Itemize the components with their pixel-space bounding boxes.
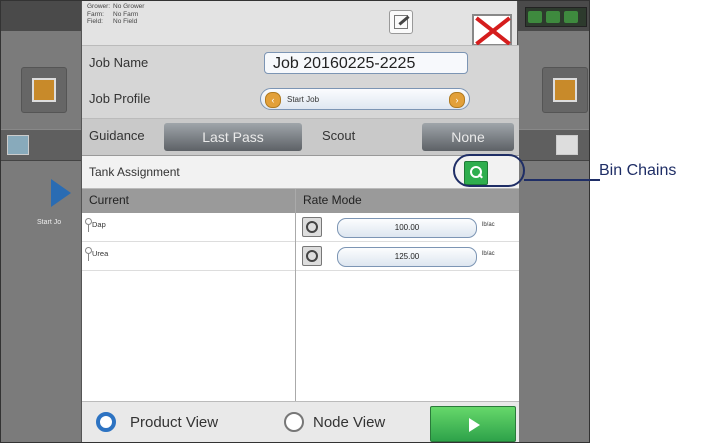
rate-mode-icon[interactable] [302,246,322,266]
rate-unit: lb/ac [482,222,495,228]
job-dialog: Grower: No Grower Farm: No Farm Field: No F… [81,1,519,442]
product-list: Dap 100.00 lb/ac Urea 125.00 lb/ac [82,213,519,401]
field-label: Field: [87,18,103,25]
rate-mode-column-header: Rate Mode [303,193,362,207]
table-row[interactable]: Urea 125.00 lb/ac [82,242,519,271]
start-job-play-icon[interactable] [51,179,71,207]
job-profile-row: Job Profile ‹ Start Job › [82,80,519,119]
job-profile-select[interactable]: ‹ Start Job › [260,88,470,110]
job-name-row: Job Name Job 20160225-2225 [82,45,519,81]
right-strip [518,129,589,161]
edit-notes-icon[interactable] [389,10,413,34]
callout-line [524,179,600,181]
right-job-icon[interactable] [542,67,588,113]
rate-value-field[interactable]: 125.00 [337,247,477,267]
close-button[interactable] [472,14,512,46]
left-job-icon[interactable] [21,67,67,113]
start-job-label: Start Jo [37,219,62,226]
scout-label: Scout [322,128,356,143]
view-toggle-bar: Product View Node View [82,401,519,442]
device-screen: Start Jo Grower: No Grower Farm: No Farm F… [0,0,590,443]
farm-value: No Farm [113,10,139,18]
guidance-label: Guidance [89,128,145,143]
product-name: Urea [92,249,109,258]
notes-icon[interactable] [556,135,578,155]
tank-assignment-label: Tank Assignment [89,165,180,179]
job-icon [32,78,56,102]
current-column-header: Current [89,193,130,207]
rate-value-field[interactable]: 100.00 [337,218,477,238]
bin-chains-callout: Bin Chains [599,162,677,179]
status-icon [546,11,560,23]
rate-mode-icon[interactable] [302,217,322,237]
product-name: Dap [92,220,106,229]
job-name-input[interactable]: Job 20160225-2225 [264,52,468,74]
grower-label: Grower: [87,3,111,10]
next-arrow-icon[interactable]: › [449,92,465,108]
product-view-radio[interactable] [96,412,116,432]
guidance-scout-row: Guidance Last Pass Scout None [82,119,519,156]
job-icon [553,78,577,102]
table-header: Current Rate Mode [82,189,519,213]
product-view-label[interactable]: Product View [130,414,218,431]
table-row[interactable]: Dap 100.00 lb/ac [82,213,519,242]
grower-farm-field-info: Grower: No Grower Farm: No Farm Field: No F… [87,3,144,26]
pin-icon [85,218,92,232]
job-profile-value: Start Job [287,95,320,104]
field-value: No Field [113,18,138,25]
rate-unit: lb/ac [482,251,495,257]
filter-icon[interactable] [7,135,29,155]
status-icons [525,7,587,27]
status-icon [564,11,578,23]
guidance-button[interactable]: Last Pass [164,123,302,151]
node-view-radio[interactable] [284,412,304,432]
start-job-button[interactable] [430,406,516,442]
job-name-label: Job Name [89,55,149,70]
grower-value: No Grower [113,3,145,10]
status-icon [528,11,542,23]
node-view-label[interactable]: Node View [313,414,385,431]
scout-button[interactable]: None [422,123,514,151]
column-divider [295,189,296,401]
pin-icon [85,247,92,261]
job-profile-label: Job Profile [89,91,151,106]
callout-ring [453,154,525,187]
previous-arrow-icon[interactable]: ‹ [265,92,281,108]
left-strip [1,129,81,161]
farm-label: Farm: [87,10,104,18]
